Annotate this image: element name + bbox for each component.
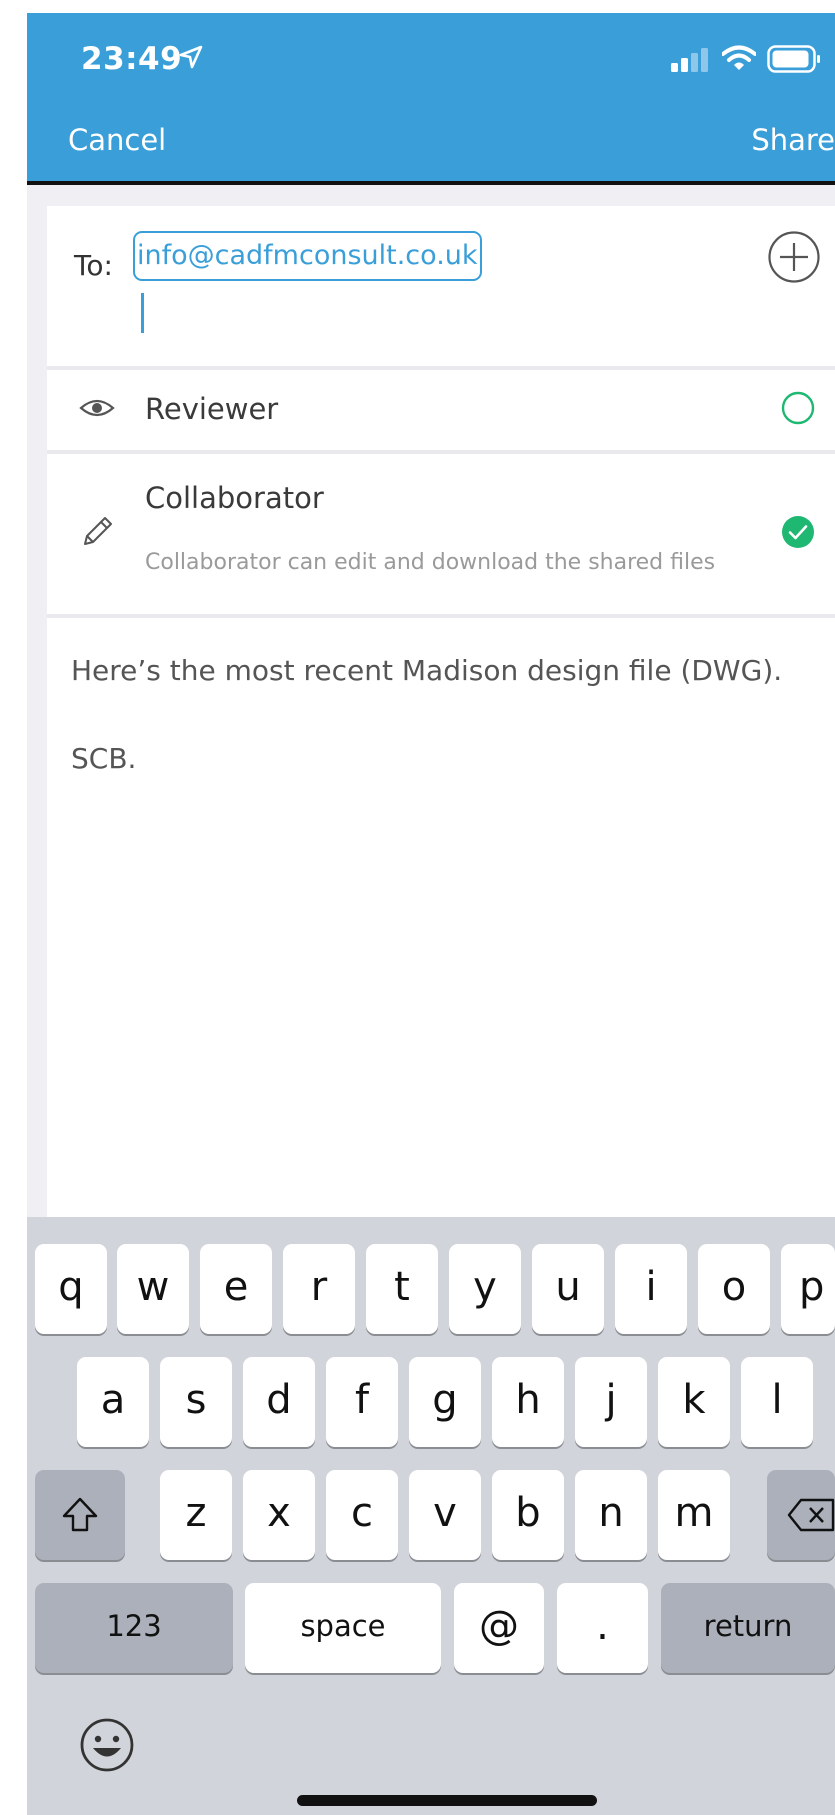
- pencil-icon: [84, 517, 112, 545]
- wifi-icon: [722, 45, 756, 70]
- key-z[interactable]: z: [160, 1470, 232, 1560]
- space-key[interactable]: space: [245, 1583, 441, 1673]
- navigation-bar: 23:49 Cancel Share: [27, 13, 835, 185]
- share-button[interactable]: Share: [751, 123, 835, 157]
- recipient-chip[interactable]: info@cadfmconsult.co.uk: [133, 231, 482, 281]
- role-title-collaborator: Collaborator: [145, 481, 324, 515]
- key-w[interactable]: w: [117, 1244, 189, 1334]
- key-q[interactable]: q: [35, 1244, 107, 1334]
- key-f[interactable]: f: [326, 1357, 398, 1447]
- key-k[interactable]: k: [658, 1357, 730, 1447]
- key-l[interactable]: l: [741, 1357, 813, 1447]
- on-screen-keyboard: q w e r t y u i o p a s d f g h j k l z …: [27, 1217, 835, 1815]
- add-recipient-button[interactable]: [767, 230, 821, 284]
- at-key[interactable]: @: [454, 1583, 544, 1673]
- numbers-key[interactable]: 123: [35, 1583, 233, 1673]
- key-a[interactable]: a: [77, 1357, 149, 1447]
- dot-key[interactable]: .: [557, 1583, 648, 1673]
- shift-arrow-icon: [62, 1497, 98, 1532]
- key-o[interactable]: o: [698, 1244, 770, 1334]
- role-option-collaborator[interactable]: Collaborator Collaborator can edit and d…: [47, 454, 835, 618]
- key-c[interactable]: c: [326, 1470, 398, 1560]
- share-form: To: info@cadfmconsult.co.uk Reviewer Col…: [47, 206, 835, 1236]
- key-d[interactable]: d: [243, 1357, 315, 1447]
- key-s[interactable]: s: [160, 1357, 232, 1447]
- shift-key[interactable]: [35, 1470, 125, 1560]
- key-g[interactable]: g: [409, 1357, 481, 1447]
- plus-circle-icon: [768, 231, 820, 283]
- key-v[interactable]: v: [409, 1470, 481, 1560]
- battery-icon: [767, 45, 820, 73]
- key-x[interactable]: x: [243, 1470, 315, 1560]
- role-title-reviewer: Reviewer: [145, 392, 279, 426]
- smiley-face-icon[interactable]: [79, 1717, 135, 1773]
- home-indicator: [297, 1795, 597, 1806]
- location-arrow-icon: [179, 45, 203, 69]
- message-line: SCB.: [71, 741, 137, 775]
- eye-icon: [79, 399, 115, 417]
- key-b[interactable]: b: [492, 1470, 564, 1560]
- key-m[interactable]: m: [658, 1470, 730, 1560]
- backspace-icon: [787, 1498, 835, 1532]
- key-p[interactable]: p: [781, 1244, 835, 1334]
- key-i[interactable]: i: [615, 1244, 687, 1334]
- to-label: To:: [74, 249, 113, 282]
- backspace-key[interactable]: [767, 1470, 835, 1560]
- key-r[interactable]: r: [283, 1244, 355, 1334]
- status-time: 23:49: [81, 41, 183, 77]
- cellular-signal-icon: [671, 48, 708, 72]
- radio-selected-check-icon[interactable]: [781, 515, 815, 549]
- recipients-field[interactable]: To: info@cadfmconsult.co.uk: [47, 206, 835, 370]
- message-line: Here’s the most recent Madison design fi…: [71, 654, 783, 687]
- key-n[interactable]: n: [575, 1470, 647, 1560]
- role-option-reviewer[interactable]: Reviewer: [47, 370, 835, 454]
- message-textarea[interactable]: Here’s the most recent Madison design fi…: [71, 654, 831, 775]
- key-t[interactable]: t: [366, 1244, 438, 1334]
- key-e[interactable]: e: [200, 1244, 272, 1334]
- cancel-button[interactable]: Cancel: [68, 123, 166, 157]
- key-u[interactable]: u: [532, 1244, 604, 1334]
- key-h[interactable]: h: [492, 1357, 564, 1447]
- role-description-collaborator: Collaborator can edit and download the s…: [145, 550, 716, 575]
- radio-unselected-icon[interactable]: [781, 391, 815, 425]
- key-j[interactable]: j: [575, 1357, 647, 1447]
- text-cursor: [141, 293, 144, 333]
- key-y[interactable]: y: [449, 1244, 521, 1334]
- return-key[interactable]: return: [661, 1583, 835, 1673]
- share-screen: 23:49 Cancel Share To: info@cadfmconsult…: [27, 13, 835, 1815]
